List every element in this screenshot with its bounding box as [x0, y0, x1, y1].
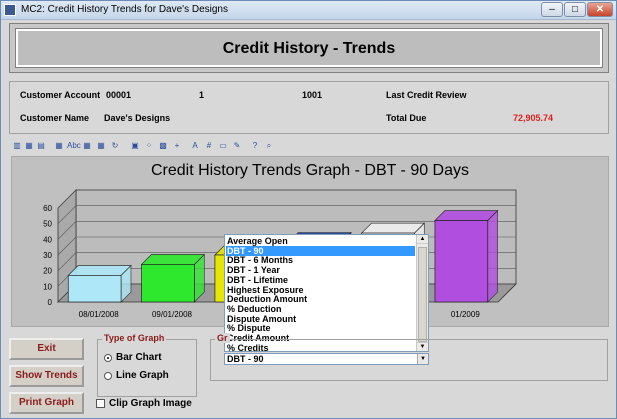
graph-type-group: Type of Graph Bar Chart Line Graph	[97, 333, 197, 397]
x-tick-label: 08/01/2008	[79, 310, 120, 319]
grid-icon[interactable]: ▦	[95, 140, 107, 152]
list-item[interactable]: DBT - 6 Months	[226, 255, 415, 265]
customer-account-value: 00001	[106, 90, 132, 100]
3d-chart-icon[interactable]: ▦	[23, 140, 35, 152]
y-tick-label: 20	[43, 267, 52, 276]
bar-chart-icon[interactable]: ▥	[11, 140, 23, 152]
maximize-button[interactable]: □	[564, 2, 586, 17]
customer-account-label: Customer Account	[20, 90, 101, 100]
list-item[interactable]: Average Open	[226, 236, 415, 246]
legend-icon[interactable]: ▭	[217, 140, 229, 152]
total-due-label: Total Due	[386, 113, 427, 123]
y-tick-label: 40	[43, 235, 52, 244]
graph-metric-group: Gr	[210, 333, 608, 381]
account-field-3: 1001	[302, 90, 323, 100]
list-item[interactable]: DBT - 90	[226, 245, 415, 256]
page-title: Credit History - Trends	[222, 40, 396, 57]
zoom-icon[interactable]: ⌕	[263, 140, 275, 152]
list-item[interactable]: % Dispute	[226, 323, 415, 333]
bar-chart-radio[interactable]	[104, 354, 112, 362]
y-tick-label: 30	[43, 251, 52, 260]
total-due-value: 72,905.74	[513, 113, 554, 123]
app-window: MC2: Credit History Trends for Dave's De…	[0, 0, 617, 419]
list-item[interactable]: Deduction Amount	[226, 294, 415, 304]
scatter-icon[interactable]: ⁘	[143, 140, 155, 152]
list-item[interactable]: Dispute Amount	[226, 314, 415, 324]
customer-name-value: Dave's Designs	[104, 113, 171, 123]
clip-graph-checkbox[interactable]	[96, 399, 105, 408]
last-credit-review-label: Last Credit Review	[386, 90, 467, 100]
list-item[interactable]: DBT - Lifetime	[226, 275, 415, 285]
scroll-thumb[interactable]	[418, 247, 427, 342]
color-icon[interactable]: ▣	[129, 140, 141, 152]
customer-info-panel: Customer Account 00001 1 1001 Last Credi…	[9, 81, 609, 134]
show-trends-button[interactable]: Show Trends	[9, 365, 84, 387]
exit-button[interactable]: Exit	[9, 338, 84, 360]
list-item[interactable]: Highest Exposure	[226, 285, 415, 295]
data-grid-icon[interactable]: ▦	[81, 140, 93, 152]
gridlines-icon[interactable]: #	[203, 140, 215, 152]
y-tick-label: 60	[43, 204, 52, 213]
x-tick-label: 01/2009	[451, 310, 480, 319]
x-tick-label: 09/01/2008	[152, 310, 193, 319]
bar-top	[140, 254, 206, 265]
bar	[434, 220, 489, 303]
graph-type-title: Type of Graph	[102, 333, 167, 343]
y-tick-label: 10	[43, 282, 52, 291]
table-icon[interactable]: ▦	[53, 140, 65, 152]
add-icon[interactable]: +	[171, 140, 183, 152]
abc-icon[interactable]: Abc	[67, 140, 81, 152]
font-icon[interactable]: A	[189, 140, 201, 152]
trend-metric-listbox[interactable]: Average Open DBT - 90 DBT - 6 Months DBT - …	[224, 234, 429, 352]
pencil-icon[interactable]: ✎	[231, 140, 243, 152]
list-item[interactable]: DBT - 1 Year	[226, 265, 415, 275]
clip-graph-label: Clip Graph Image	[109, 398, 192, 409]
refresh-icon[interactable]: ↻	[109, 140, 121, 152]
account-field-2: 1	[199, 90, 205, 100]
bar-top	[434, 210, 499, 221]
bar	[141, 264, 195, 303]
bar-top	[360, 222, 426, 234]
scroll-up-icon[interactable]: ▲	[417, 235, 428, 244]
y-tick-label: 0	[48, 298, 53, 307]
bar-chart-label: Bar Chart	[116, 352, 162, 363]
bar-side	[487, 209, 498, 303]
y-tick-label: 50	[43, 220, 52, 229]
help-icon[interactable]: ?	[249, 140, 261, 152]
bar-top	[67, 265, 132, 276]
graph-metric-title: Gr	[215, 333, 230, 343]
app-icon	[4, 4, 16, 16]
line-graph-label: Line Graph	[116, 370, 169, 381]
customer-name-label: Customer Name	[20, 113, 90, 123]
close-button[interactable]: ✕	[587, 2, 613, 17]
stacked-chart-icon[interactable]: ▤	[35, 140, 47, 152]
header-inner: Credit History - Trends	[15, 28, 603, 68]
print-graph-button[interactable]: Print Graph	[9, 392, 84, 414]
bar	[67, 275, 122, 303]
title-bar: MC2: Credit History Trends for Dave's De…	[1, 1, 616, 20]
window-title: MC2: Credit History Trends for Dave's De…	[21, 4, 228, 15]
listbox-scrollbar[interactable]: ▲ ▼	[416, 235, 428, 351]
list-item[interactable]: % Deduction	[226, 304, 415, 314]
header-panel: Credit History - Trends	[9, 23, 609, 73]
palette-icon[interactable]: ▩	[157, 140, 169, 152]
minimize-button[interactable]: –	[541, 2, 563, 17]
line-graph-radio[interactable]	[104, 372, 112, 380]
